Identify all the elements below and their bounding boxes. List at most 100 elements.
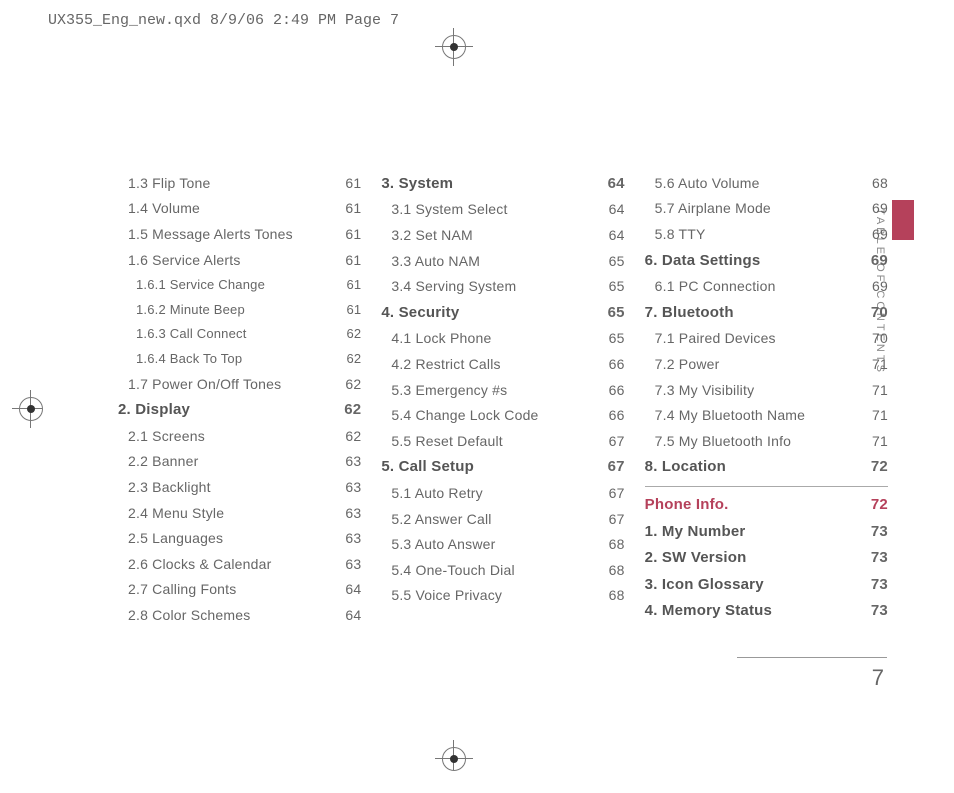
toc-label: 3.2 Set NAM [391,227,473,243]
toc-label: 4.2 Restrict Calls [391,356,500,372]
toc-page: 73 [871,523,888,540]
toc-page: 61 [346,302,361,317]
toc-page: 73 [871,549,888,566]
toc-page: 67 [609,433,625,449]
toc-page: 68 [872,175,888,191]
toc-page: 68 [609,536,625,552]
toc-entry: 1.6.3 Call Connect 62 [118,322,361,347]
toc-page: 66 [609,407,625,423]
toc-page: 73 [871,602,888,619]
toc-label: 5.8 TTY [655,226,706,242]
toc-page: 65 [609,253,625,269]
toc-entry: 1. My Number 73 [645,518,888,545]
toc-page: 69 [871,252,888,269]
toc-entry: 5.7 Airplane Mode 69 [645,196,888,222]
toc-label: 3.4 Serving System [391,278,516,294]
header-text: UX355_Eng_new.qxd 8/9/06 2:49 PM Page 7 [48,12,399,29]
toc-entry: 2.8 Color Schemes 64 [118,602,361,628]
toc-entry: 3.1 System Select 64 [381,197,624,223]
toc-label: 7. Bluetooth [645,304,734,321]
toc-label: 1.6.4 Back To Top [136,351,242,366]
toc-entry: 4.2 Restrict Calls66 [381,351,624,377]
toc-page: 71 [872,407,888,423]
toc-page: 67 [608,458,625,475]
page-footer-rule [737,657,887,658]
toc-label: 3.1 System Select [391,201,507,217]
toc-entry: 7.4 My Bluetooth Name 71 [645,402,888,428]
toc-label: 6. Data Settings [645,252,761,269]
divider [645,486,888,487]
toc-label: 4.1 Lock Phone [391,330,491,346]
toc-label: 2.2 Banner [128,453,199,469]
toc-entry: 7. Bluetooth 70 [645,299,888,326]
toc-page: 61 [345,200,361,216]
toc-page: 63 [345,530,361,546]
toc-entry: 5.4 Change Lock Code66 [381,402,624,428]
toc-label: 1.7 Power On/Off Tones [128,376,281,392]
toc-entry: 5. Call Setup67 [381,454,624,481]
toc-page: 69 [872,200,888,216]
toc-page: 61 [345,175,361,191]
toc-entry: 5.3 Emergency #s 66 [381,377,624,403]
toc-label: 7.4 My Bluetooth Name [655,407,806,423]
toc-label: 2.6 Clocks & Calendar [128,556,272,572]
toc-entry: 7.2 Power71 [645,351,888,377]
toc-label: 1.6 Service Alerts [128,252,241,268]
toc-label: 5.3 Emergency #s [391,382,507,398]
toc-entry: 1.6.2 Minute Beep 61 [118,297,361,322]
toc-label: 1.6.2 Minute Beep [136,302,245,317]
toc-label: 2.4 Menu Style [128,505,224,521]
toc-label: 4. Security [381,304,459,321]
toc-page: 63 [345,479,361,495]
toc-label: 2.3 Backlight [128,479,211,495]
toc-label: 1. My Number [645,523,746,540]
toc-page: 70 [871,304,888,321]
toc-label: 7.5 My Bluetooth Info [655,433,792,449]
toc-page: 62 [346,326,361,341]
toc-label: 1.5 Message Alerts Tones [128,226,293,242]
toc-entry: 5.4 One-Touch Dial68 [381,557,624,583]
toc-page: 63 [345,505,361,521]
toc-entry: 2.4 Menu Style 63 [118,500,361,526]
toc-entry: 5.3 Auto Answer68 [381,531,624,557]
toc-entry: 5.1 Auto Retry67 [381,480,624,506]
toc-entry: 2.2 Banner 63 [118,449,361,475]
toc-entry: 1.6 Service Alerts61 [118,247,361,273]
toc-label: 6.1 PC Connection [655,278,776,294]
toc-page: 69 [872,226,888,242]
toc-page: 64 [345,607,361,623]
toc-label: 2.8 Color Schemes [128,607,250,623]
toc-page: 62 [346,351,361,366]
toc-entry: 7.1 Paired Devices70 [645,326,888,352]
toc-page: 65 [609,330,625,346]
toc-page: 72 [871,496,888,513]
toc-label: 1.6.3 Call Connect [136,326,247,341]
toc-entry: 7.5 My Bluetooth Info71 [645,428,888,454]
toc-page: 62 [344,401,361,418]
toc-entry: 5.5 Voice Privacy68 [381,583,624,609]
toc-entry: 8. Location72 [645,454,888,481]
toc-label: 2. Display [118,401,190,418]
toc-label: 5.7 Airplane Mode [655,200,771,216]
toc-entry: 2.3 Backlight 63 [118,474,361,500]
registration-mark-bottom [435,740,473,778]
toc-label: 7.3 My Visibility [655,382,755,398]
toc-label: 5.5 Voice Privacy [391,587,502,603]
toc-page: 63 [345,453,361,469]
toc-entry: 4.1 Lock Phone 65 [381,326,624,352]
toc-col-1: 1.3 Flip Tone611.4 Volume611.5 Message A… [118,170,361,628]
toc-label: Phone Info. [645,496,729,513]
toc-entry: 1.5 Message Alerts Tones61 [118,221,361,247]
toc-page: 67 [609,511,625,527]
toc-label: 1.4 Volume [128,200,200,216]
toc-entry: 1.7 Power On/Off Tones62 [118,371,361,397]
toc-page: 67 [609,485,625,501]
toc-page: 66 [609,382,625,398]
toc-page: 65 [609,278,625,294]
registration-mark-left [12,390,50,428]
toc-label: 1.6.1 Service Change [136,277,265,292]
toc-page: 70 [872,330,888,346]
toc-page: 69 [872,278,888,294]
toc-page: 64 [609,201,625,217]
toc-label: 7.2 Power [655,356,720,372]
